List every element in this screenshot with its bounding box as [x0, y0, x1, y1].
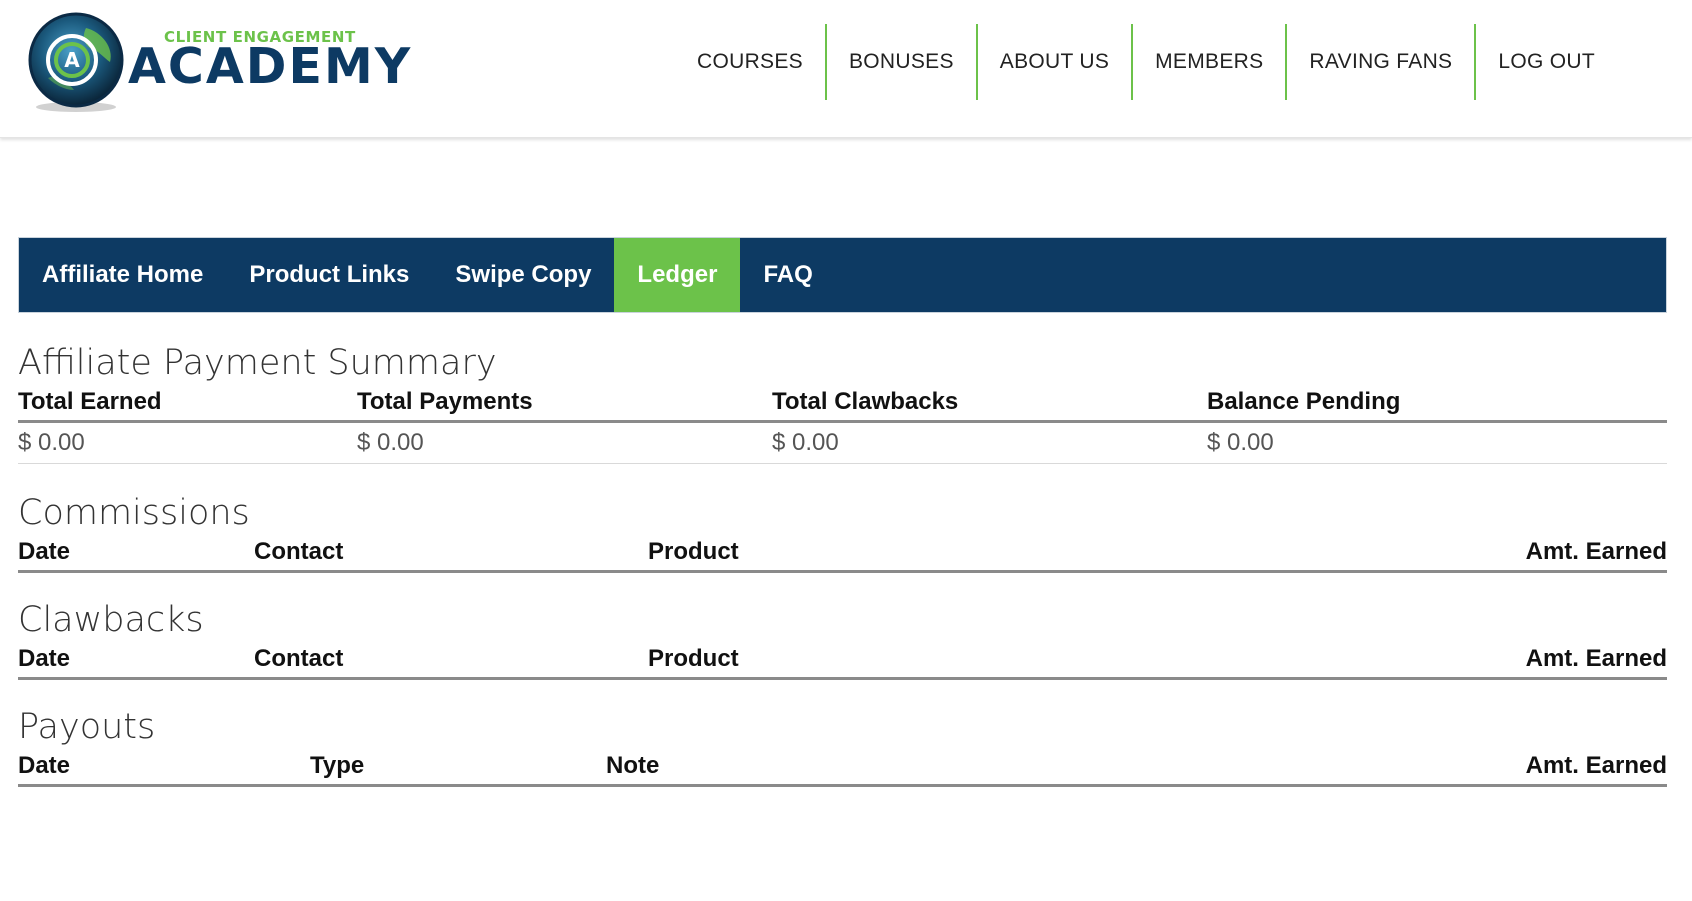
- total-earned-value: $ 0.00: [18, 421, 357, 464]
- col-type: Type: [310, 748, 606, 787]
- nav-courses[interactable]: COURSES: [675, 24, 825, 100]
- col-amt-earned: Amt. Earned: [1046, 534, 1667, 573]
- total-clawbacks-value: $ 0.00: [772, 421, 1207, 464]
- payouts-table: Date Type Note Amt. Earned: [18, 748, 1667, 787]
- tab-swipe-copy[interactable]: Swipe Copy: [432, 238, 614, 312]
- affiliate-tabbar: Affiliate Home Product Links Swipe Copy …: [18, 237, 1667, 313]
- col-date: Date: [18, 534, 254, 573]
- clawbacks-table: Date Contact Product Amt. Earned: [18, 641, 1667, 680]
- site-header: A CLIENT ENGAGEMENT ACADEMY COURSES BONU…: [0, 0, 1692, 138]
- col-total-earned: Total Earned: [18, 384, 357, 423]
- svg-text:A: A: [64, 48, 80, 72]
- tab-product-links[interactable]: Product Links: [226, 238, 432, 312]
- table-header-row: Date Contact Product Amt. Earned: [18, 534, 1667, 573]
- ledger-content: Affiliate Payment Summary Total Earned T…: [18, 318, 1667, 787]
- summary-table: Total Earned Total Payments Total Clawba…: [18, 384, 1667, 464]
- payouts-title: Payouts: [18, 707, 156, 747]
- table-header-row: Total Earned Total Payments Total Clawba…: [18, 384, 1667, 423]
- nav-about-us[interactable]: ABOUT US: [975, 24, 1131, 100]
- main-nav: COURSES BONUSES ABOUT US MEMBERS RAVING …: [675, 24, 1617, 100]
- col-contact: Contact: [254, 534, 648, 573]
- col-product: Product: [648, 534, 1047, 573]
- table-row: $ 0.00 $ 0.00 $ 0.00 $ 0.00: [18, 421, 1667, 464]
- nav-members[interactable]: MEMBERS: [1131, 24, 1285, 100]
- col-amt-earned: Amt. Earned: [896, 748, 1667, 787]
- table-header-row: Date Type Note Amt. Earned: [18, 748, 1667, 787]
- col-total-payments: Total Payments: [357, 384, 772, 423]
- total-payments-value: $ 0.00: [357, 421, 772, 464]
- clawbacks-title: Clawbacks: [18, 600, 204, 640]
- logo-wordmark: ACADEMY: [128, 38, 413, 95]
- nav-bonuses[interactable]: BONUSES: [824, 24, 976, 100]
- col-total-clawbacks: Total Clawbacks: [772, 384, 1207, 423]
- balance-pending-value: $ 0.00: [1207, 421, 1667, 464]
- table-header-row: Date Contact Product Amt. Earned: [18, 641, 1667, 680]
- col-contact: Contact: [254, 641, 648, 680]
- tab-faq[interactable]: FAQ: [740, 238, 835, 312]
- globe-logo-icon: A: [28, 12, 124, 112]
- site-logo[interactable]: A CLIENT ENGAGEMENT ACADEMY: [24, 10, 410, 118]
- col-balance-pending: Balance Pending: [1207, 384, 1667, 423]
- tab-affiliate-home[interactable]: Affiliate Home: [19, 238, 226, 312]
- commissions-title: Commissions: [18, 493, 250, 533]
- col-amt-earned: Amt. Earned: [1046, 641, 1667, 680]
- commissions-table: Date Contact Product Amt. Earned: [18, 534, 1667, 573]
- col-note: Note: [606, 748, 897, 787]
- col-date: Date: [18, 748, 310, 787]
- tab-ledger[interactable]: Ledger: [614, 238, 741, 312]
- nav-log-out[interactable]: LOG OUT: [1474, 24, 1617, 100]
- col-product: Product: [648, 641, 1047, 680]
- col-date: Date: [18, 641, 254, 680]
- summary-title: Affiliate Payment Summary: [18, 343, 497, 383]
- nav-raving-fans[interactable]: RAVING FANS: [1285, 24, 1474, 100]
